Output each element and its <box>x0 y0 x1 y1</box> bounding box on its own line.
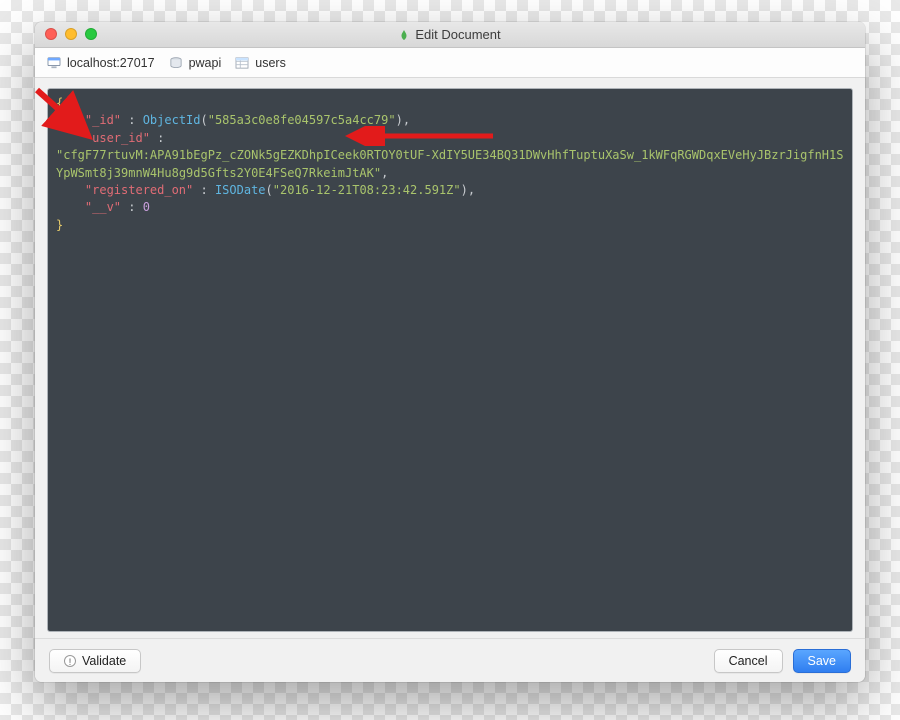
breadcrumb-database[interactable]: pwapi <box>169 56 222 70</box>
editor-area: { "_id" : ObjectId("585a3c0e8fe04597c5a4… <box>35 78 865 638</box>
code-colon: : <box>121 200 143 214</box>
cancel-button[interactable]: Cancel <box>714 649 783 673</box>
breadcrumb-collection-label: users <box>255 56 286 70</box>
edit-document-window: Edit Document localhost:27017 pwapi <box>35 22 865 682</box>
code-colon: : <box>193 183 215 197</box>
code-colon: : <box>150 131 172 145</box>
code-key-v: "__v" <box>85 200 121 214</box>
code-open-paren: ( <box>201 113 208 127</box>
validate-button-label: Validate <box>82 654 126 668</box>
window-title: Edit Document <box>415 27 500 42</box>
breadcrumb-collection[interactable]: users <box>235 56 286 70</box>
minimize-window-button[interactable] <box>65 28 77 40</box>
code-close-paren: ) <box>396 113 403 127</box>
code-comma: , <box>381 166 388 180</box>
code-objectid-val: "585a3c0e8fe04597c5a4cc79" <box>208 113 396 127</box>
code-close-brace: } <box>56 218 63 232</box>
code-close-paren: ) <box>461 183 468 197</box>
code-objectid-fn: ObjectId <box>143 113 201 127</box>
code-open-paren: ( <box>266 183 273 197</box>
code-isodate-val: "2016-12-21T08:23:42.591Z" <box>273 183 461 197</box>
code-v-val: 0 <box>143 200 150 214</box>
footer: ! Validate Cancel Save <box>35 638 865 682</box>
cancel-button-label: Cancel <box>729 654 768 668</box>
titlebar: Edit Document <box>35 22 865 48</box>
breadcrumb-database-label: pwapi <box>189 56 222 70</box>
document-editor[interactable]: { "_id" : ObjectId("585a3c0e8fe04597c5a4… <box>47 88 853 632</box>
save-button-label: Save <box>808 654 837 668</box>
save-button[interactable]: Save <box>793 649 852 673</box>
warning-icon: ! <box>64 655 76 667</box>
breadcrumb-host-label: localhost:27017 <box>67 56 155 70</box>
code-key-userid: "user_id" <box>85 131 150 145</box>
collection-icon <box>235 57 249 69</box>
breadcrumb: localhost:27017 pwapi users <box>35 48 865 78</box>
code-isodate-fn: ISODate <box>215 183 266 197</box>
code-userid-val: "cfgF77rtuvM:APA91bEgPz_cZONk5gEZKDhpICe… <box>56 148 843 179</box>
validate-button[interactable]: ! Validate <box>49 649 141 673</box>
breadcrumb-host[interactable]: localhost:27017 <box>47 56 155 70</box>
code-open-brace: { <box>56 96 63 110</box>
code-comma: , <box>468 183 475 197</box>
code-colon: : <box>121 113 143 127</box>
code-key-id: "_id" <box>85 113 121 127</box>
close-window-button[interactable] <box>45 28 57 40</box>
zoom-window-button[interactable] <box>85 28 97 40</box>
host-icon <box>47 57 61 69</box>
database-icon <box>169 57 183 69</box>
code-key-registered: "registered_on" <box>85 183 193 197</box>
code-comma: , <box>403 113 410 127</box>
mongodb-leaf-icon <box>399 30 409 40</box>
window-controls <box>45 28 97 40</box>
